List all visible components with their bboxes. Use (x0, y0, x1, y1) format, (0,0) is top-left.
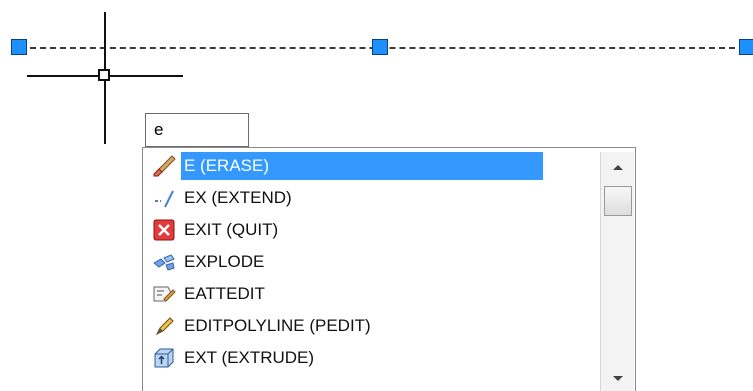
command-suggestion-list[interactable]: E (ERASE) EX (EXTEND) EXIT (QUIT) EXPLOD… (142, 147, 636, 391)
suggestion-label: EDITPOLYLINE (PEDIT) (184, 316, 371, 335)
suggestion-label: E (ERASE) (181, 152, 543, 180)
suggestion-label: EX (EXTEND) (184, 188, 292, 207)
suggestion-item-explode[interactable]: EXPLODE (147, 246, 270, 278)
scrollbar-thumb[interactable] (604, 186, 632, 216)
erase-icon (147, 150, 181, 182)
extend-icon (147, 182, 181, 214)
suggestion-label: EXIT (QUIT) (184, 220, 279, 239)
suggestion-label: EXPLODE (184, 252, 265, 271)
eattedit-icon (147, 278, 181, 310)
quit-icon (147, 214, 181, 246)
suggestion-item-eattedit[interactable]: EATTEDIT (147, 278, 271, 310)
command-input[interactable] (145, 113, 249, 147)
line-grip-midpoint[interactable] (372, 39, 388, 55)
suggestion-label: EXT (EXTRUDE) (184, 348, 315, 367)
extrude-icon (147, 342, 181, 374)
line-grip-right[interactable] (739, 39, 753, 55)
scroll-up-arrow-icon[interactable] (613, 165, 623, 170)
suggestion-item-erase[interactable]: E (ERASE) (147, 150, 543, 182)
suggestion-item-quit[interactable]: EXIT (QUIT) (147, 214, 284, 246)
pedit-icon (147, 310, 181, 342)
suggestion-label: EATTEDIT (184, 284, 265, 303)
scroll-down-arrow-icon[interactable] (613, 376, 623, 381)
suggestion-item-extend[interactable]: EX (EXTEND) (147, 182, 298, 214)
suggestion-item-pedit[interactable]: EDITPOLYLINE (PEDIT) (147, 310, 377, 342)
line-grip-left[interactable] (11, 39, 27, 55)
explode-icon (147, 246, 181, 278)
pickbox (98, 69, 110, 81)
suggestion-item-extrude[interactable]: EXT (EXTRUDE) (147, 342, 320, 374)
suggestion-scrollbar[interactable] (600, 152, 634, 391)
